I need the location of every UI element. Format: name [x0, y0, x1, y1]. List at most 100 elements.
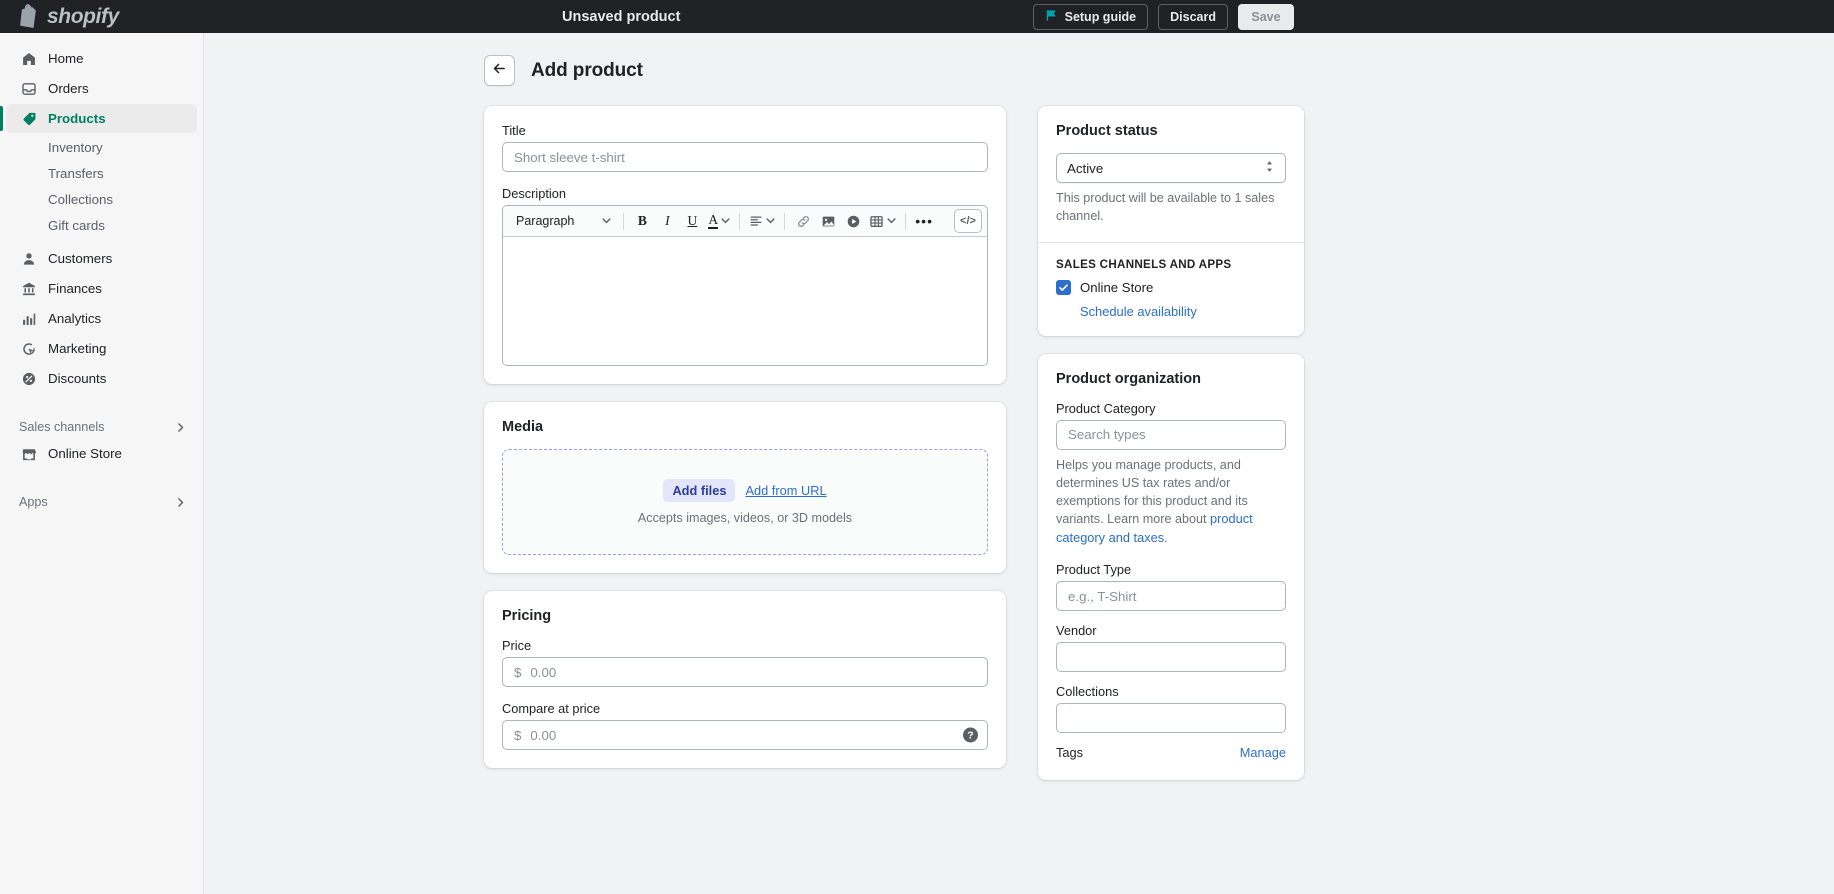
html-label: </>	[960, 215, 976, 227]
product-status-select[interactable]: Active	[1056, 153, 1286, 183]
more-horizontal-icon[interactable]: •••	[912, 209, 936, 233]
compare-price-input[interactable]: $ 0.00 ?	[502, 720, 988, 750]
block-format-dropdown[interactable]: Paragraph	[508, 209, 617, 233]
save-button[interactable]: Save	[1238, 4, 1294, 30]
price-input[interactable]: $ 0.00	[502, 657, 988, 687]
sidebar-item-marketing[interactable]: Marketing	[6, 334, 197, 363]
top-bar-actions: Setup guide Discard Save	[1033, 0, 1294, 33]
manage-tags-link[interactable]: Manage	[1240, 745, 1286, 760]
product-status-helper: This product will be available to 1 sale…	[1056, 190, 1286, 226]
product-status-title: Product status	[1056, 123, 1286, 139]
product-status-value: Active	[1067, 161, 1103, 176]
add-from-url-link[interactable]: Add from URL	[745, 483, 826, 498]
chevron-down-icon	[766, 214, 775, 228]
product-details-card: Title Short sleeve t-shirt Description P…	[484, 106, 1006, 384]
orders-inbox-icon	[19, 79, 38, 98]
description-textarea[interactable]	[503, 237, 987, 365]
brand-wordmark: shopify	[47, 5, 119, 29]
setup-guide-button[interactable]: Setup guide	[1033, 4, 1149, 30]
storefront-icon	[19, 444, 38, 463]
align-icon[interactable]	[746, 209, 778, 233]
vendor-input[interactable]	[1056, 642, 1286, 672]
title-input[interactable]: Short sleeve t-shirt	[502, 142, 988, 172]
product-category-helper: Helps you manage products, and determine…	[1056, 457, 1286, 548]
home-icon	[19, 49, 38, 68]
image-icon[interactable]	[816, 209, 840, 233]
compare-price-field-label: Compare at price	[502, 701, 988, 716]
back-button[interactable]	[484, 55, 515, 86]
compare-price-placeholder: 0.00	[530, 728, 556, 743]
sidebar-subitem-label: Inventory	[48, 140, 103, 155]
sidebar-subitem-transfers[interactable]: Transfers	[6, 160, 197, 186]
product-category-label: Product Category	[1056, 401, 1286, 416]
sidebar-item-label: Online Store	[48, 446, 122, 461]
setup-guide-label: Setup guide	[1065, 10, 1137, 24]
tags-label: Tags	[1056, 745, 1083, 760]
sidebar-item-analytics[interactable]: Analytics	[6, 304, 197, 333]
chevron-right-icon[interactable]	[174, 496, 187, 509]
right-column: Product status Active This product will …	[1038, 106, 1304, 798]
sidebar-item-label: Home	[48, 51, 83, 66]
chevron-down-icon	[721, 214, 730, 228]
toolbar-divider	[784, 213, 785, 230]
table-icon[interactable]	[866, 209, 899, 233]
shopify-logo[interactable]: shopify	[18, 4, 238, 29]
discard-label: Discard	[1170, 10, 1216, 24]
sidebar-item-online-store[interactable]: Online Store	[6, 439, 197, 468]
block-format-label: Paragraph	[516, 214, 574, 228]
sidebar-section-apps[interactable]: Apps	[0, 490, 203, 514]
discounts-percent-icon	[19, 369, 38, 388]
sidebar: Home Orders Products Inventory Transfers…	[0, 33, 204, 894]
save-label: Save	[1251, 10, 1280, 24]
product-type-input[interactable]: e.g., T-Shirt	[1056, 581, 1286, 611]
chevron-right-icon[interactable]	[174, 421, 187, 434]
sidebar-item-discounts[interactable]: Discounts	[6, 364, 197, 393]
sidebar-item-home[interactable]: Home	[6, 44, 197, 73]
finances-bank-icon	[19, 279, 38, 298]
italic-icon[interactable]: I	[655, 209, 679, 233]
text-color-icon[interactable]: A	[705, 209, 733, 233]
collections-label: Collections	[1056, 684, 1286, 699]
media-dropzone[interactable]: Add files Add from URL Accepts images, v…	[502, 449, 988, 555]
product-category-input[interactable]: Search types	[1056, 420, 1286, 450]
main-content: Add product Title Short sleeve t-shirt D…	[204, 33, 1834, 894]
editor-toolbar: Paragraph B I	[503, 206, 987, 237]
sidebar-item-label: Analytics	[48, 311, 101, 326]
bold-icon[interactable]: B	[630, 209, 654, 233]
sidebar-item-label: Orders	[48, 81, 89, 96]
sidebar-subitem-collections[interactable]: Collections	[6, 186, 197, 212]
toolbar-divider	[739, 213, 740, 230]
sidebar-subitem-inventory[interactable]: Inventory	[6, 134, 197, 160]
sidebar-item-products[interactable]: Products	[6, 104, 197, 133]
compare-price-currency-symbol: $	[514, 728, 521, 743]
product-category-placeholder: Search types	[1068, 427, 1146, 442]
schedule-availability-link[interactable]: Schedule availability	[1080, 304, 1286, 319]
bold-label: B	[638, 213, 647, 229]
product-organization-card: Product organization Product Category Se…	[1038, 354, 1304, 780]
question-mark-icon[interactable]: ?	[963, 728, 978, 743]
sidebar-section-sales-channels[interactable]: Sales channels	[0, 415, 203, 439]
unsaved-product-title: Unsaved product	[562, 0, 680, 33]
collections-input[interactable]	[1056, 703, 1286, 733]
sidebar-item-orders[interactable]: Orders	[6, 74, 197, 103]
toolbar-divider	[623, 213, 624, 230]
video-icon[interactable]	[841, 209, 865, 233]
underline-icon[interactable]: U	[680, 209, 704, 233]
title-field-label: Title	[502, 123, 988, 138]
sidebar-subitem-gift-cards[interactable]: Gift cards	[6, 212, 197, 238]
discard-button[interactable]: Discard	[1158, 4, 1228, 30]
html-code-icon[interactable]: </>	[954, 209, 982, 233]
media-card-title: Media	[502, 419, 988, 435]
content-columns: Title Short sleeve t-shirt Description P…	[484, 106, 1834, 798]
link-icon[interactable]	[791, 209, 815, 233]
sidebar-subitem-label: Transfers	[48, 166, 104, 181]
online-store-checkbox-row[interactable]: Online Store	[1056, 280, 1286, 295]
sidebar-item-customers[interactable]: Customers	[6, 244, 197, 273]
price-currency-symbol: $	[514, 665, 521, 680]
product-category-helper-period: .	[1164, 531, 1168, 545]
sidebar-item-finances[interactable]: Finances	[6, 274, 197, 303]
add-files-button[interactable]: Add files	[663, 479, 735, 502]
products-tag-icon	[19, 109, 38, 128]
chevron-down-icon	[602, 214, 611, 228]
checkmark-icon[interactable]	[1056, 280, 1071, 295]
